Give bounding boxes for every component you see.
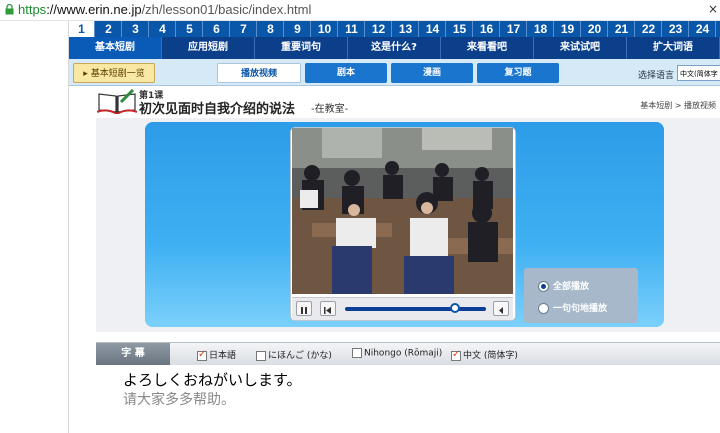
sub-nav: ▸ 基本短剧一览 播放视频 剧本 漫画 复习题 选择语言 中文(简体字 xyxy=(69,59,720,86)
nav-item-3[interactable]: 这是什么? xyxy=(348,37,441,59)
checkbox-nihongo[interactable]: 日本語 xyxy=(197,348,236,361)
checkbox-nihongo-box[interactable] xyxy=(197,349,207,361)
lesson-tab-11[interactable]: 11 xyxy=(339,21,365,37)
lesson-tab-7[interactable]: 7 xyxy=(231,21,257,37)
pause-icon xyxy=(301,307,307,314)
video-controls xyxy=(292,297,513,320)
lesson-tab-23[interactable]: 23 xyxy=(663,21,689,37)
checkbox-romaji-box[interactable] xyxy=(352,348,362,358)
lesson-tab-10[interactable]: 10 xyxy=(312,21,338,37)
lesson-title-area: 第1课 初次见面时自我介绍的说法 -在教室- 基本短剧 > 播放视频 xyxy=(69,86,720,118)
language-label: 选择语言 xyxy=(638,71,675,81)
lesson-tab-6[interactable]: 6 xyxy=(204,21,230,37)
drama-list-link[interactable]: ▸ 基本短剧一览 xyxy=(73,63,155,83)
lesson-tab-15[interactable]: 15 xyxy=(447,21,473,37)
tab-play-video[interactable]: 播放视频 xyxy=(217,63,301,83)
page-left-margin xyxy=(0,21,69,433)
nav-item-6[interactable]: 扩大词语 xyxy=(627,37,720,59)
nav-item-5[interactable]: 来试试吧 xyxy=(534,37,627,59)
mode-play-line[interactable]: 一句句地播放 xyxy=(538,301,607,314)
lesson-tab-14[interactable]: 14 xyxy=(420,21,446,37)
nav-item-1[interactable]: 应用短剧 xyxy=(162,37,255,59)
rewind-button[interactable] xyxy=(320,301,336,316)
lesson-tab-8[interactable]: 8 xyxy=(258,21,284,37)
open-book-icon xyxy=(97,88,137,114)
lesson-tab-24[interactable]: 24 xyxy=(690,21,716,37)
mode-play-all[interactable]: 全部播放 xyxy=(538,279,589,292)
main-nav: 基本短剧 应用短剧 重要词句 这是什么? 来看看吧 来试试吧 扩大词语 xyxy=(69,37,720,59)
triangle-icon: ▸ xyxy=(83,69,88,79)
lesson-tab-20[interactable]: 20 xyxy=(582,21,608,37)
seek-handle[interactable] xyxy=(449,303,460,313)
classroom-video-frame xyxy=(292,128,513,294)
lesson-tab-13[interactable]: 13 xyxy=(393,21,419,37)
subtitle-label: 字 幕 xyxy=(96,343,170,365)
checkbox-kana[interactable]: にほんご (かな) xyxy=(256,348,332,361)
video-screen[interactable] xyxy=(292,128,513,294)
radio-play-line[interactable] xyxy=(538,303,549,314)
nav-item-0[interactable]: 基本短剧 xyxy=(69,37,162,59)
checkbox-kana-box[interactable] xyxy=(256,350,266,361)
speaker-icon xyxy=(499,307,503,314)
lesson-tab-1[interactable]: 1 xyxy=(69,21,95,37)
lesson-tab-21[interactable]: 21 xyxy=(609,21,635,37)
lesson-tab-2[interactable]: 2 xyxy=(96,21,122,37)
breadcrumb-link[interactable]: 基本短剧 xyxy=(640,101,672,110)
page-title: 初次见面时自我介绍的说法 xyxy=(139,102,296,117)
skip-back-icon xyxy=(324,307,331,314)
lesson-tab-4[interactable]: 4 xyxy=(150,21,176,37)
tab-script[interactable]: 剧本 xyxy=(305,63,387,83)
lesson-tab-9[interactable]: 9 xyxy=(285,21,311,37)
lock-icon xyxy=(5,4,14,15)
lesson-tab-16[interactable]: 16 xyxy=(474,21,500,37)
lesson-tab-12[interactable]: 12 xyxy=(366,21,392,37)
subtitle-chinese: 请大家多多帮助。 xyxy=(123,392,235,408)
checkbox-chinese[interactable]: 中文 (简体字) xyxy=(451,348,518,361)
checkbox-chinese-box[interactable] xyxy=(451,349,461,361)
nav-item-2[interactable]: 重要词句 xyxy=(255,37,348,59)
close-icon[interactable]: × xyxy=(708,2,718,16)
lesson-tab-5[interactable]: 5 xyxy=(177,21,203,37)
pause-button[interactable] xyxy=(296,301,312,316)
lesson-tab-19[interactable]: 19 xyxy=(555,21,581,37)
playback-mode-panel: 全部播放 一句句地播放 xyxy=(524,268,638,323)
subtitle-japanese: よろしくおねがいします。 xyxy=(123,371,302,389)
lesson-tab-17[interactable]: 17 xyxy=(501,21,527,37)
subtitle-text-area: よろしくおねがいします。 请大家多多帮助。 xyxy=(96,365,720,433)
tab-manga[interactable]: 漫画 xyxy=(391,63,473,83)
url-text: https://www.erin.ne.jp/zh/lesson01/basic… xyxy=(18,2,312,17)
volume-button[interactable] xyxy=(493,301,509,316)
nav-item-4[interactable]: 来看看吧 xyxy=(441,37,534,59)
breadcrumb: 基本短剧 > 播放视频 xyxy=(640,101,716,110)
lesson-number-bar: 1 2 3 4 5 6 7 8 9 10 11 12 13 14 15 16 17 18 19 20 21 22 23 24 xyxy=(69,21,720,37)
browser-url-bar[interactable]: https://www.erin.ne.jp/zh/lesson01/basic… xyxy=(0,0,720,21)
radio-play-all[interactable] xyxy=(538,281,549,292)
lesson-tab-18[interactable]: 18 xyxy=(528,21,554,37)
lesson-tab-3[interactable]: 3 xyxy=(123,21,149,37)
language-select[interactable]: 中文(简体字 xyxy=(677,65,720,81)
lesson-tab-22[interactable]: 22 xyxy=(636,21,662,37)
seek-track[interactable] xyxy=(345,307,486,311)
breadcrumb-current: 播放视频 xyxy=(684,101,716,110)
page-subtitle: -在教室- xyxy=(311,104,349,115)
subtitle-options-bar: 字 幕 日本語 にほんご (かな) Nihongo (Rōmaji) 中文 (简… xyxy=(96,342,720,366)
checkbox-romaji[interactable]: Nihongo (Rōmaji) xyxy=(352,348,442,359)
tab-review[interactable]: 复习题 xyxy=(477,63,559,83)
